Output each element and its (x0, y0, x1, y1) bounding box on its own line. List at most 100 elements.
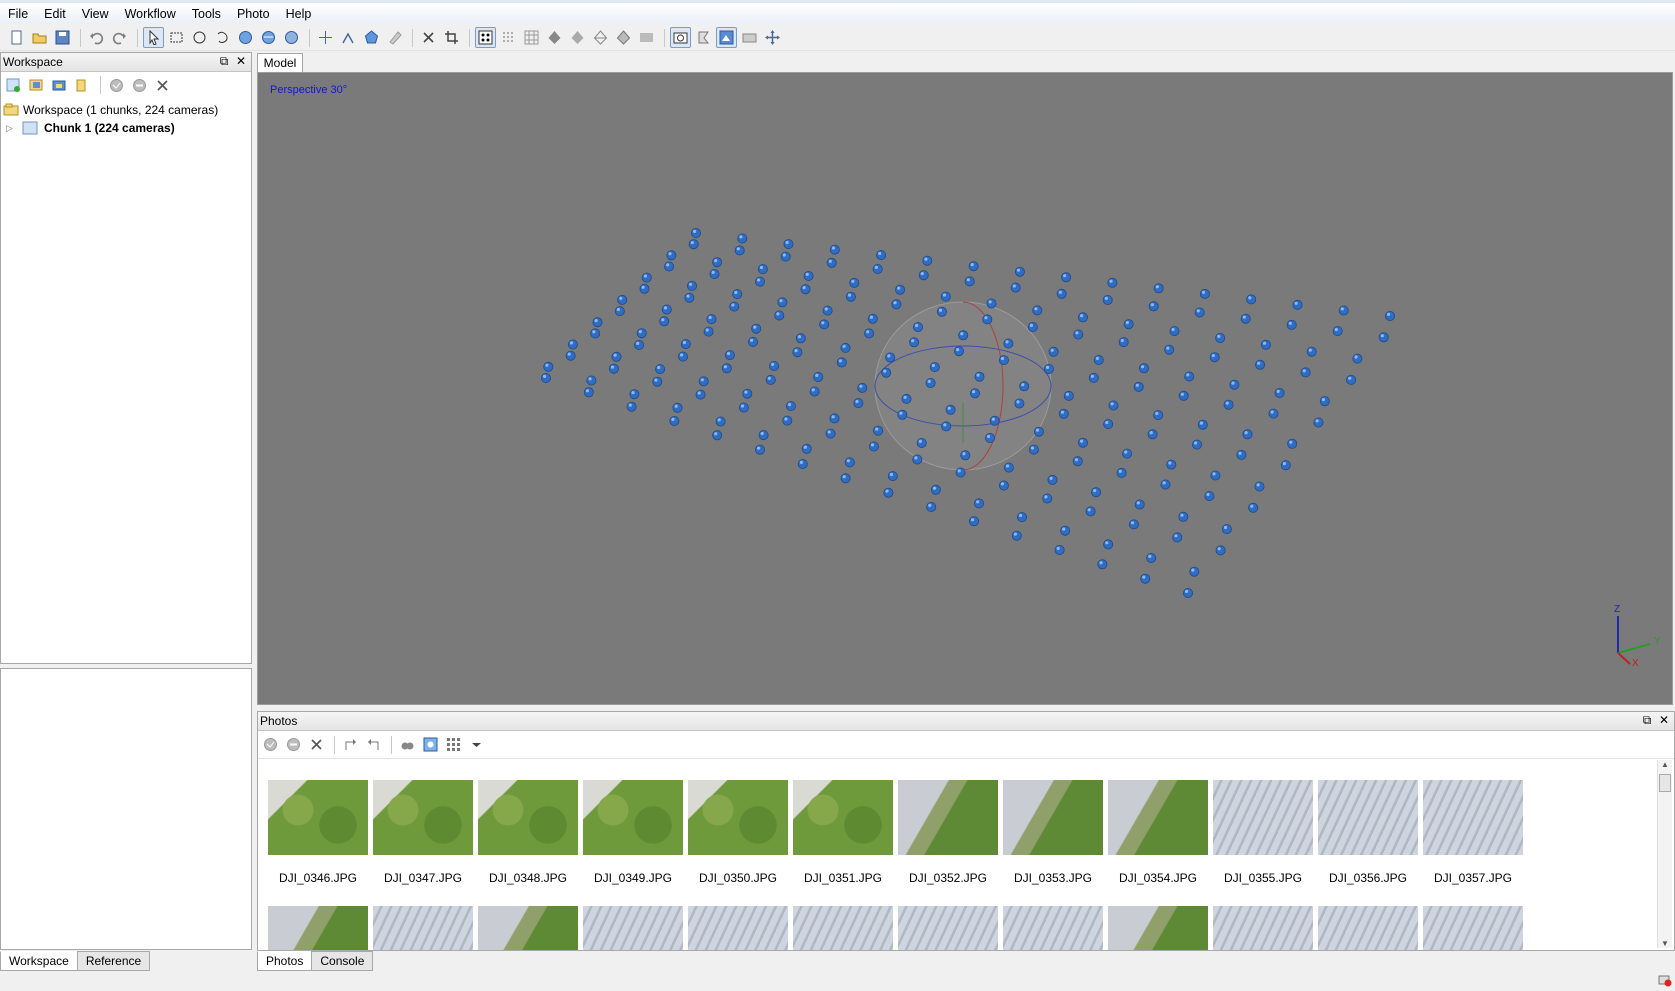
camera-marker[interactable] (690, 227, 701, 238)
camera-marker[interactable] (925, 377, 936, 388)
tab-console[interactable]: Console (311, 951, 374, 971)
reset-filter-icon[interactable] (420, 735, 440, 755)
camera-marker[interactable] (964, 276, 975, 287)
camera-marker[interactable] (998, 355, 1009, 366)
camera-marker[interactable] (974, 371, 985, 382)
camera-marker[interactable] (1209, 352, 1220, 363)
camera-marker[interactable] (840, 473, 851, 484)
camera-marker[interactable] (1183, 588, 1194, 599)
camera-marker[interactable] (826, 257, 837, 268)
camera-marker[interactable] (1122, 448, 1133, 459)
camera-marker[interactable] (945, 404, 956, 415)
camera-marker[interactable] (1166, 459, 1177, 470)
camera-marker[interactable] (1313, 417, 1324, 428)
show-cameras-icon[interactable] (670, 27, 691, 48)
camera-marker[interactable] (732, 289, 743, 300)
camera-marker[interactable] (1286, 319, 1297, 330)
camera-marker[interactable] (698, 376, 709, 387)
add-chunk-icon[interactable] (3, 75, 23, 95)
camera-marker[interactable] (1097, 559, 1108, 570)
reset-view-icon[interactable] (762, 27, 783, 48)
camera-marker[interactable] (1260, 339, 1271, 350)
camera-marker[interactable] (777, 297, 788, 308)
model-viewport[interactable]: Perspective 30° Z Y X (257, 72, 1673, 705)
camera-marker[interactable] (867, 313, 878, 324)
camera-marker[interactable] (1164, 344, 1175, 355)
disable-cameras-icon[interactable] (283, 735, 303, 755)
camera-marker[interactable] (724, 350, 735, 361)
camera-marker[interactable] (1078, 437, 1089, 448)
camera-marker[interactable] (929, 362, 940, 373)
camera-marker[interactable] (1118, 337, 1129, 348)
camera-marker[interactable] (1108, 400, 1119, 411)
photo-thumbnail[interactable]: DJI_0354.JPG (1108, 780, 1208, 885)
photo-thumbnail[interactable] (1318, 906, 1418, 950)
resize-region-icon[interactable] (235, 27, 256, 48)
camera-marker[interactable] (1274, 387, 1285, 398)
camera-marker[interactable] (1338, 305, 1349, 316)
camera-marker[interactable] (1088, 372, 1099, 383)
camera-marker[interactable] (1072, 456, 1083, 467)
camera-marker[interactable] (922, 255, 933, 266)
camera-marker[interactable] (883, 487, 894, 498)
textured-model-icon[interactable] (613, 27, 634, 48)
camera-marker[interactable] (737, 233, 748, 244)
camera-marker[interactable] (954, 346, 965, 357)
camera-marker[interactable] (819, 319, 830, 330)
remove-icon[interactable] (152, 75, 172, 95)
camera-marker[interactable] (881, 367, 892, 378)
camera-marker[interactable] (758, 430, 769, 441)
menu-workflow[interactable]: Workflow (117, 5, 184, 23)
camera-marker[interactable] (891, 299, 902, 310)
navigation-arrow-icon[interactable] (143, 27, 164, 48)
photo-thumbnail[interactable]: DJI_0357.JPG (1423, 780, 1523, 885)
ruler-point-icon[interactable] (315, 27, 336, 48)
camera-marker[interactable] (754, 444, 765, 455)
camera-marker[interactable] (936, 306, 947, 317)
camera-marker[interactable] (876, 250, 887, 261)
camera-marker[interactable] (1352, 353, 1363, 364)
camera-marker[interactable] (998, 480, 1009, 491)
camera-marker[interactable] (1147, 429, 1158, 440)
float-panel-icon[interactable]: ⧉ (1640, 713, 1654, 727)
camera-marker[interactable] (885, 352, 896, 363)
camera-marker[interactable] (734, 245, 745, 256)
camera-marker[interactable] (1248, 502, 1259, 513)
enable-icon[interactable] (106, 75, 126, 95)
photo-thumbnail[interactable] (1108, 906, 1208, 950)
point-cloud-icon[interactable] (475, 27, 496, 48)
camera-marker[interactable] (989, 415, 1000, 426)
camera-marker[interactable] (1287, 438, 1298, 449)
camera-marker[interactable] (1153, 283, 1164, 294)
camera-marker[interactable] (1268, 408, 1279, 419)
camera-marker[interactable] (590, 328, 601, 339)
camera-marker[interactable] (918, 270, 929, 281)
camera-marker[interactable] (909, 337, 920, 348)
camera-marker[interactable] (1169, 326, 1180, 337)
photo-thumbnail[interactable] (373, 906, 473, 950)
camera-marker[interactable] (1300, 367, 1311, 378)
show-shapes-icon[interactable] (716, 27, 737, 48)
eraser-icon[interactable] (384, 27, 405, 48)
camera-marker[interactable] (801, 443, 812, 454)
camera-marker[interactable] (1133, 381, 1144, 392)
camera-marker[interactable] (712, 257, 723, 268)
camera-marker[interactable] (813, 371, 824, 382)
photo-thumbnail[interactable]: DJI_0348.JPG (478, 780, 578, 885)
camera-marker[interactable] (706, 314, 717, 325)
tab-workspace[interactable]: Workspace (0, 951, 78, 971)
camera-marker[interactable] (829, 413, 840, 424)
scrollbar-thumb[interactable] (1659, 774, 1671, 792)
camera-marker[interactable] (614, 306, 625, 317)
camera-marker[interactable] (666, 250, 677, 261)
camera-marker[interactable] (829, 244, 840, 255)
camera-marker[interactable] (913, 322, 924, 333)
camera-marker[interactable] (565, 350, 576, 361)
rotate-region-icon[interactable] (258, 27, 279, 48)
camera-marker[interactable] (844, 457, 855, 468)
camera-marker[interactable] (1060, 525, 1071, 536)
camera-marker[interactable] (652, 376, 663, 387)
camera-marker[interactable] (634, 339, 645, 350)
photo-thumbnail[interactable]: DJI_0351.JPG (793, 780, 893, 885)
free-form-selection-icon[interactable] (212, 27, 233, 48)
